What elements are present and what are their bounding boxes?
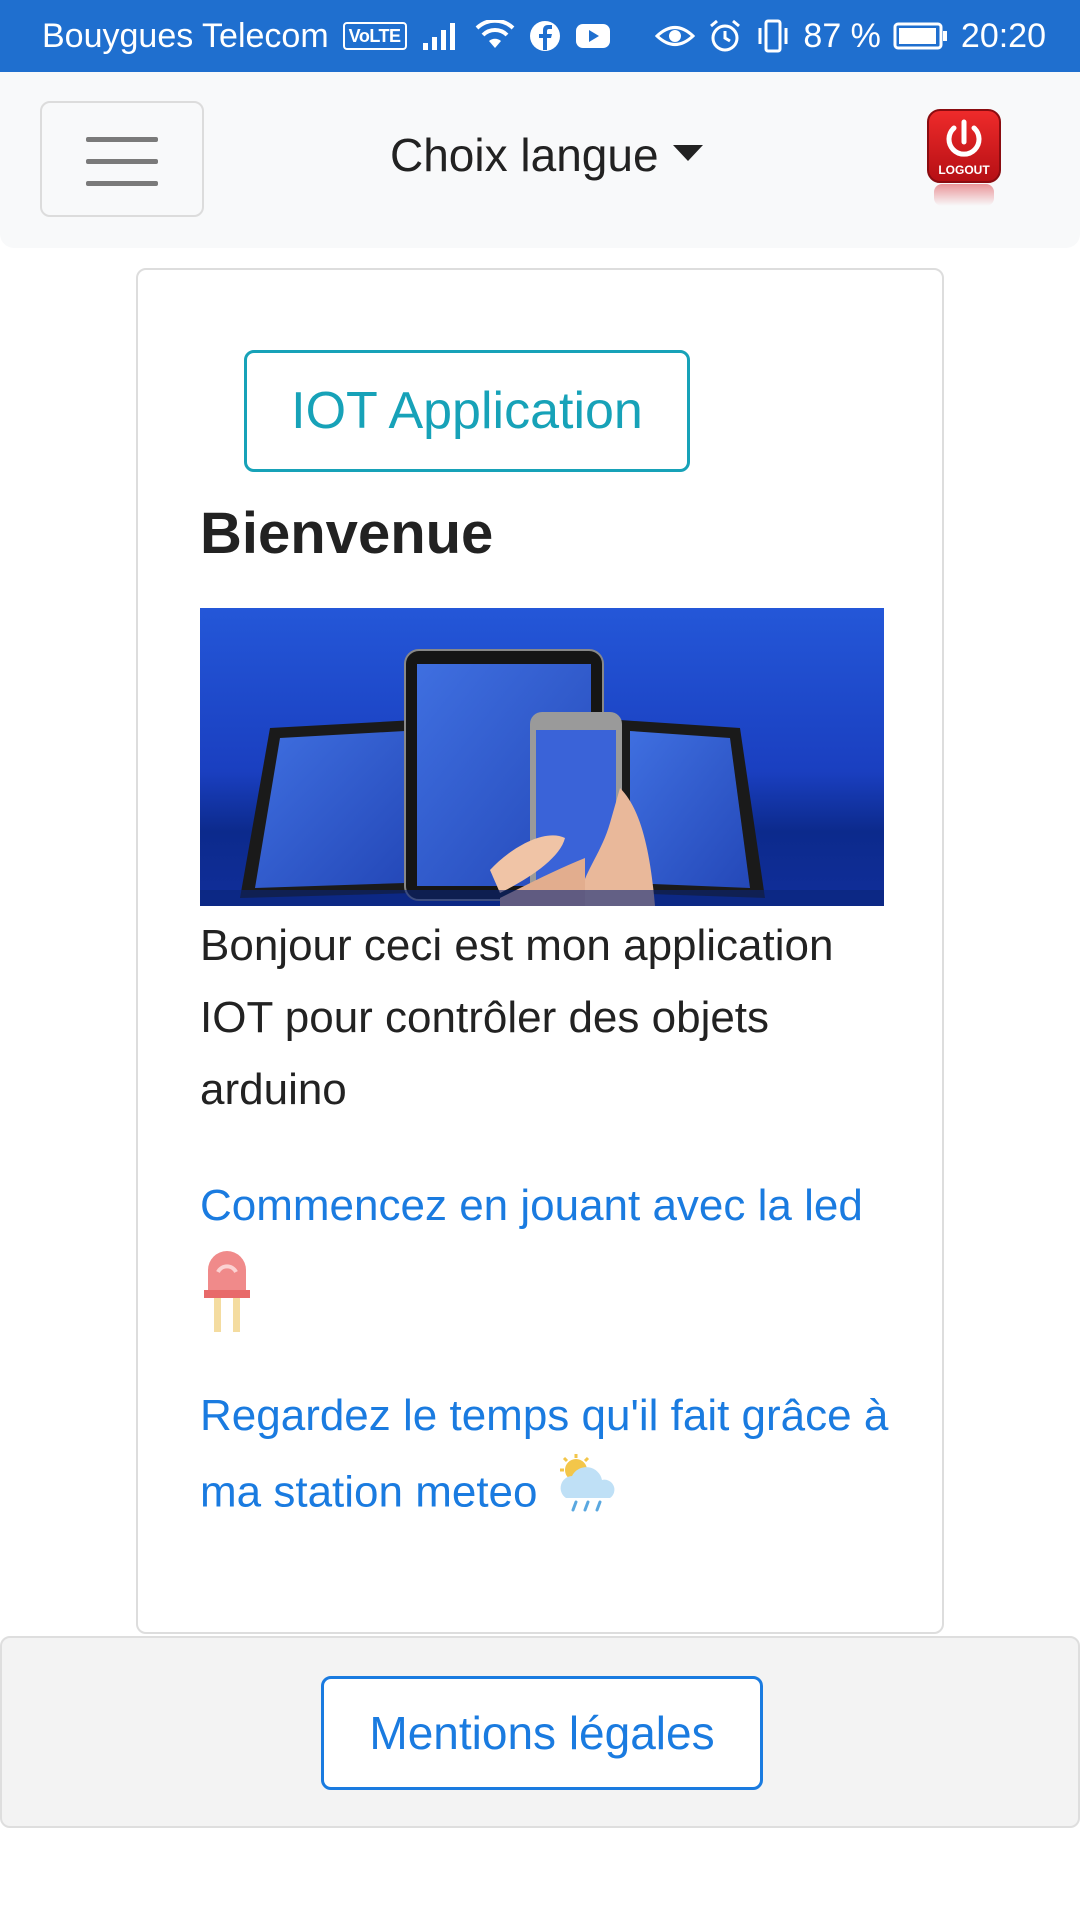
legal-notice-button[interactable]: Mentions légales [321,1676,763,1790]
meteo-link[interactable]: Regardez le temps qu'il fait grâce à ma … [200,1380,900,1538]
footer: Mentions légales [0,1636,1080,1828]
volte-icon: VoLTE [342,22,407,50]
battery-percent: 87 % [803,16,881,55]
vibrate-icon [755,18,791,54]
eye-icon [655,21,696,51]
meteo-link-text: Regardez le temps qu'il fait grâce à ma … [200,1391,889,1517]
caret-down-icon [672,145,703,161]
weather-cloud-sun-rain-icon [550,1452,622,1538]
led-link[interactable]: Commencez en jouant avec la led [200,1170,900,1356]
language-dropdown-toggle[interactable]: Choix langue [390,128,703,182]
led-link-text: Commencez en jouant avec la led [200,1181,863,1230]
hamburger-menu-button[interactable] [40,101,204,217]
led-icon [200,1242,254,1356]
power-icon: LOGOUT [927,109,1001,206]
status-bar: Bouygues Telecom VoLTE 87 % 20:20 [0,0,1080,72]
hero-image [200,608,884,906]
clock-time: 20:20 [960,16,1046,55]
facebook-icon [529,20,561,52]
logout-label: LOGOUT [938,163,990,177]
carrier-name: Bouygues Telecom [42,16,329,55]
youtube-icon [575,22,611,50]
battery-icon [893,21,949,51]
wifi-icon [475,20,515,52]
logout-button[interactable]: LOGOUT [926,108,1002,208]
language-dropdown-label: Choix langue [390,129,659,181]
alarm-icon [707,18,743,54]
signal-icon [421,21,461,51]
status-bar-left: Bouygues Telecom VoLTE [42,17,655,56]
intro-text: Bonjour ceci est mon application IOT pou… [200,921,834,1114]
welcome-card: IOT Application Bienvenue Bonjour ceci e… [136,268,944,1634]
iot-application-button[interactable]: IOT Application [244,350,690,472]
status-bar-right: 87 % 20:20 [655,17,1046,56]
page-title: Bienvenue [200,501,494,566]
navbar: Choix langue LOGOUT [0,72,1080,248]
